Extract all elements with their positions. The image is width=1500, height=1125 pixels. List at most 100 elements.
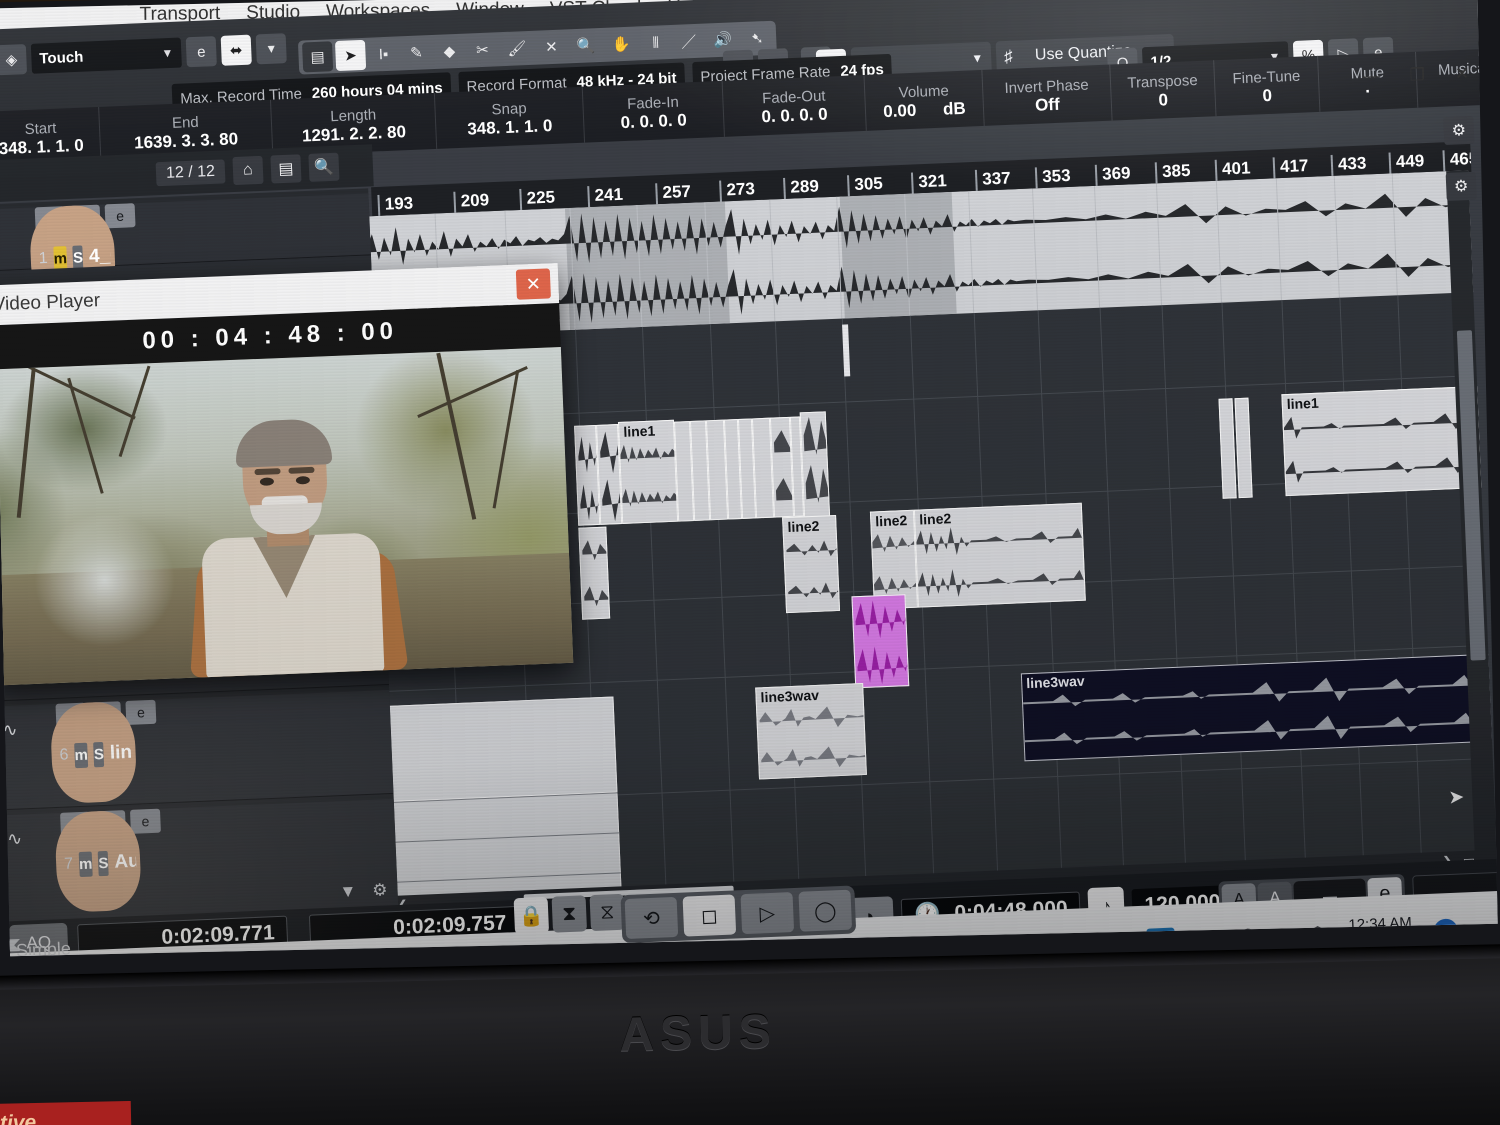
affinity-icon[interactable] bbox=[784, 939, 819, 957]
edit-channel-button[interactable]: e bbox=[125, 699, 157, 725]
cycle-button[interactable]: ⟲ bbox=[624, 896, 679, 940]
smoke bbox=[0, 481, 214, 680]
clip-line2-part[interactable] bbox=[578, 526, 611, 620]
google-chrome-icon[interactable] bbox=[903, 934, 938, 957]
automation-mode-select[interactable]: Touch ▼ bbox=[30, 37, 182, 74]
info-value-invert-phase[interactable]: Off bbox=[994, 93, 1102, 117]
clip-line1-long[interactable]: line1 bbox=[1281, 386, 1482, 497]
clip-line3wav[interactable]: line3wav bbox=[755, 683, 867, 780]
automation-read-icon[interactable]: ◈ bbox=[0, 44, 28, 76]
erase-tool[interactable]: ◆ bbox=[434, 36, 465, 67]
solo-button[interactable]: S bbox=[93, 741, 105, 767]
edit-channel-button[interactable]: e bbox=[104, 203, 136, 229]
info-value-snap[interactable]: 348. 1. 1. 0 bbox=[446, 115, 574, 140]
punch-group[interactable]: 🔒 ⧗ ⧖ bbox=[513, 893, 625, 935]
waveform-icon bbox=[582, 540, 609, 607]
search-icon[interactable]: 🔍 bbox=[308, 152, 340, 182]
paint-3d-icon[interactable] bbox=[724, 942, 759, 957]
record-button[interactable]: ◯ bbox=[798, 889, 853, 932]
glue-tool[interactable]: 🖌 bbox=[500, 33, 534, 64]
mute-button[interactable]: m bbox=[78, 851, 93, 877]
volume-icon[interactable] bbox=[1272, 926, 1293, 950]
defender-icon[interactable] bbox=[1308, 924, 1327, 948]
edit-channel-button[interactable]: e bbox=[129, 808, 161, 834]
clip-line1-part[interactable] bbox=[1218, 398, 1237, 499]
automation-edit-button[interactable]: e bbox=[185, 36, 217, 68]
window-controls[interactable]: — ❐ ✕ bbox=[1259, 60, 1470, 93]
solo-button[interactable]: S bbox=[97, 850, 109, 876]
lock-icon[interactable]: 🔒 bbox=[513, 896, 550, 935]
waveform-icon bbox=[916, 527, 1086, 597]
constrain-delay-icon[interactable]: ⬌ bbox=[220, 34, 252, 66]
clip-line2-c[interactable]: line2 bbox=[913, 502, 1086, 608]
notification-badge[interactable]: 3 bbox=[1433, 918, 1459, 944]
draw-tool[interactable]: ✎ bbox=[401, 37, 432, 68]
tray-time: 12:34 AM bbox=[1347, 914, 1412, 934]
audio-track-icon: ∿ bbox=[6, 828, 23, 850]
clip-line3wav-long[interactable]: line3wav bbox=[1020, 653, 1493, 762]
list-icon[interactable]: ▤ bbox=[270, 154, 302, 184]
home-icon[interactable]: ⌂ bbox=[232, 155, 264, 186]
task-view-icon[interactable] bbox=[484, 952, 519, 956]
edge-icon[interactable] bbox=[1023, 929, 1058, 957]
info-value-fade-in[interactable]: 0. 0. 0. 0 bbox=[594, 109, 714, 134]
tool-settings-icon[interactable]: ▤ bbox=[301, 41, 334, 73]
video-frame[interactable] bbox=[0, 347, 574, 686]
vertical-scroll-thumb[interactable] bbox=[1456, 330, 1486, 661]
screen-surface: Transport Studio Workspaces Window VST C… bbox=[0, 0, 1498, 957]
mute-tool[interactable]: ✕ bbox=[536, 31, 567, 62]
language-indicator[interactable]: ENG bbox=[1188, 931, 1223, 950]
close-icon[interactable]: ✕ bbox=[515, 268, 551, 300]
transport-buttons-group[interactable]: ⟲ ◻ ▷ ◯ bbox=[620, 885, 857, 944]
chevron-down-icon[interactable]: ▼ bbox=[161, 46, 173, 60]
search-icon[interactable] bbox=[424, 955, 459, 957]
time-warp-tool[interactable]: ／ bbox=[673, 26, 704, 57]
punch-out-icon[interactable]: ⧖ bbox=[589, 893, 625, 932]
overview-settings-gear-icon[interactable]: ⚙ bbox=[1445, 171, 1477, 202]
clip-line1[interactable]: line1 bbox=[617, 419, 679, 524]
info-line-settings-gear-icon[interactable]: ⚙ bbox=[1443, 115, 1475, 146]
beard bbox=[249, 502, 323, 536]
microsoft-store-icon[interactable] bbox=[664, 945, 699, 957]
laptop-brand-logo: ASUS bbox=[618, 1005, 778, 1062]
zoom-tool[interactable]: 🔍 bbox=[569, 30, 603, 61]
mute-button[interactable]: m bbox=[74, 742, 89, 768]
mouse-cursor-icon: ➤ bbox=[1447, 786, 1465, 809]
object-selection-tool[interactable]: ➤ bbox=[334, 39, 367, 72]
clip-line1-part[interactable] bbox=[1234, 397, 1253, 499]
track-count-label: 12 / 12 bbox=[155, 159, 226, 187]
clip-line1-part[interactable] bbox=[799, 411, 831, 519]
close-icon[interactable]: ✕ bbox=[1455, 64, 1470, 84]
hand-tool[interactable]: ✋ bbox=[604, 28, 638, 59]
chevron-down-icon[interactable]: ▼ bbox=[971, 51, 983, 65]
xbox-icon[interactable] bbox=[844, 937, 879, 957]
range-selection-tool[interactable]: I▪ bbox=[368, 38, 399, 69]
chat-icon[interactable] bbox=[604, 947, 639, 957]
track-row-6[interactable]: ∿ 6 m S line3wav ● ◀ e bbox=[0, 689, 394, 811]
network-icon[interactable] bbox=[1238, 927, 1257, 951]
widgets-icon[interactable] bbox=[544, 950, 579, 957]
punch-in-icon[interactable]: ⧗ bbox=[551, 895, 588, 933]
stop-button[interactable]: ◻ bbox=[682, 894, 737, 937]
empty-part-lane[interactable] bbox=[385, 696, 618, 802]
video-player-window[interactable]: Video Player ✕ 00 : 04 : 48 : 00 bbox=[0, 263, 574, 686]
track-name[interactable]: line3wav bbox=[109, 742, 132, 765]
track-number: 7 bbox=[63, 855, 74, 873]
play-button[interactable]: ▷ bbox=[740, 892, 795, 935]
clip-line2[interactable]: line2 bbox=[782, 515, 841, 614]
info-value-fade-out[interactable]: 0. 0. 0. 0 bbox=[734, 103, 856, 128]
vertical-scrollbar[interactable] bbox=[1446, 170, 1498, 871]
info-value-transpose[interactable]: 0 bbox=[1121, 89, 1205, 112]
gear-icon[interactable]: ⚙ bbox=[1490, 65, 1498, 96]
clip-selected-pink[interactable] bbox=[851, 594, 910, 689]
track-name[interactable]: 4_6003310105855005393 bbox=[89, 245, 112, 268]
minimize-icon[interactable]: — bbox=[1362, 66, 1379, 86]
constrain-caret-icon[interactable]: ▼ bbox=[255, 33, 287, 65]
project-cursor[interactable] bbox=[842, 324, 851, 377]
maximize-icon[interactable]: ❐ bbox=[1409, 65, 1425, 85]
waveform-icon bbox=[855, 600, 908, 685]
track-name[interactable]: Audio 01 bbox=[114, 851, 137, 874]
split-tool[interactable]: ✂ bbox=[467, 34, 498, 65]
comp-tool[interactable]: ⦀ bbox=[640, 27, 671, 58]
firefox-icon[interactable] bbox=[963, 932, 998, 957]
